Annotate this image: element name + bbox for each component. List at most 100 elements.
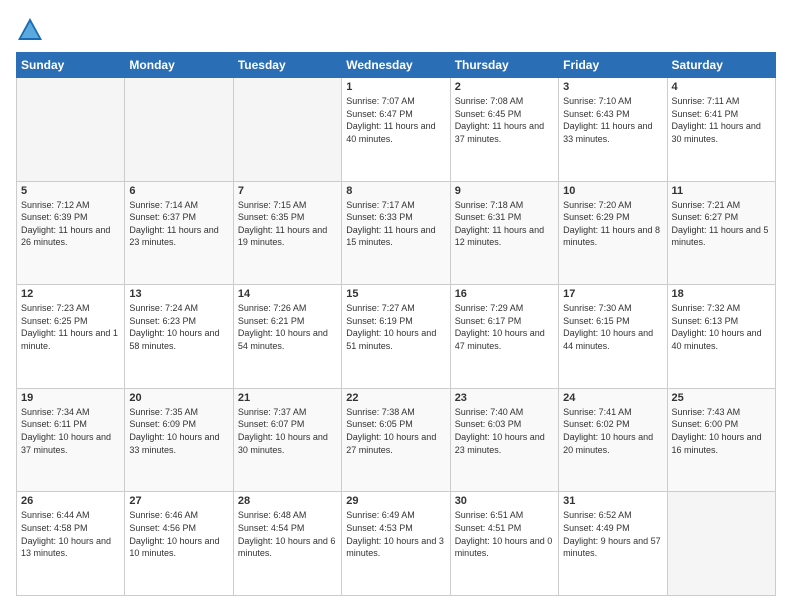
day-number: 7: [238, 185, 337, 197]
day-info: Sunrise: 7:32 AMSunset: 6:13 PMDaylight:…: [672, 302, 771, 352]
day-info: Sunrise: 7:21 AMSunset: 6:27 PMDaylight:…: [672, 199, 771, 249]
day-info: Sunrise: 7:17 AMSunset: 6:33 PMDaylight:…: [346, 199, 445, 249]
day-info: Sunrise: 6:52 AMSunset: 4:49 PMDaylight:…: [563, 509, 662, 559]
calendar-cell: 15 Sunrise: 7:27 AMSunset: 6:19 PMDayligh…: [342, 285, 450, 389]
calendar-cell: 29Sunrise: 6:49 AMSunset: 4:53 PMDayligh…: [342, 492, 450, 596]
calendar-week-1: 5Sunrise: 7:12 AMSunset: 6:39 PMDaylight…: [17, 181, 776, 285]
day-info: Sunrise: 7:14 AMSunset: 6:37 PMDaylight:…: [129, 199, 228, 249]
day-number: 18: [672, 288, 771, 300]
day-number: 22: [346, 392, 445, 404]
calendar-cell: 31 Sunrise: 6:52 AMSunset: 4:49 PMDayligh…: [559, 492, 667, 596]
day-info: Sunrise: 6:48 AMSunset: 4:54 PMDaylight:…: [238, 509, 337, 559]
day-info: Sunrise: 7:23 AMSunset: 6:25 PMDaylight:…: [21, 302, 120, 352]
day-number: 1: [346, 81, 445, 93]
calendar-cell: [17, 78, 125, 182]
calendar-cell: 2 Sunrise: 7:08 AMSunset: 6:45 PMDaylight…: [450, 78, 558, 182]
day-number: 17: [563, 288, 662, 300]
day-number: 31: [563, 495, 662, 507]
day-info: Sunrise: 7:24 AMSunset: 6:23 PMDaylight:…: [129, 302, 228, 352]
days-header-row: SundayMondayTuesdayWednesdayThursdayFrid…: [17, 53, 776, 78]
day-number: 14: [238, 288, 337, 300]
day-header-monday: Monday: [125, 53, 233, 78]
day-info: Sunrise: 7:34 AMSunset: 6:11 PMDaylight:…: [21, 406, 120, 456]
day-number: 20: [129, 392, 228, 404]
calendar-cell: 11 Sunrise: 7:21 AMSunset: 6:27 PMDayligh…: [667, 181, 775, 285]
day-number: 23: [455, 392, 554, 404]
calendar-cell: [667, 492, 775, 596]
logo-icon: [16, 16, 44, 44]
day-number: 4: [672, 81, 771, 93]
day-number: 28: [238, 495, 337, 507]
day-info: Sunrise: 7:41 AMSunset: 6:02 PMDaylight:…: [563, 406, 662, 456]
day-info: Sunrise: 7:35 AMSunset: 6:09 PMDaylight:…: [129, 406, 228, 456]
calendar-cell: 25Sunrise: 7:43 AMSunset: 6:00 PMDayligh…: [667, 388, 775, 492]
day-info: Sunrise: 6:46 AMSunset: 4:56 PMDaylight:…: [129, 509, 228, 559]
day-number: 21: [238, 392, 337, 404]
day-number: 11: [672, 185, 771, 197]
calendar-week-3: 19 Sunrise: 7:34 AMSunset: 6:11 PMDayligh…: [17, 388, 776, 492]
day-info: Sunrise: 7:30 AMSunset: 6:15 PMDaylight:…: [563, 302, 662, 352]
calendar-cell: 13 Sunrise: 7:24 AMSunset: 6:23 PMDayligh…: [125, 285, 233, 389]
calendar-cell: 28 Sunrise: 6:48 AMSunset: 4:54 PMDayligh…: [233, 492, 341, 596]
calendar-cell: 10Sunrise: 7:20 AMSunset: 6:29 PMDayligh…: [559, 181, 667, 285]
day-info: Sunrise: 7:20 AMSunset: 6:29 PMDaylight:…: [563, 199, 662, 249]
calendar-cell: 14 Sunrise: 7:26 AMSunset: 6:21 PMDayligh…: [233, 285, 341, 389]
calendar-cell: 8 Sunrise: 7:17 AMSunset: 6:33 PMDaylight…: [342, 181, 450, 285]
day-number: 13: [129, 288, 228, 300]
day-info: Sunrise: 7:10 AMSunset: 6:43 PMDaylight:…: [563, 95, 662, 145]
day-header-wednesday: Wednesday: [342, 53, 450, 78]
day-number: 8: [346, 185, 445, 197]
day-number: 3: [563, 81, 662, 93]
day-info: Sunrise: 7:26 AMSunset: 6:21 PMDaylight:…: [238, 302, 337, 352]
calendar-cell: 27 Sunrise: 6:46 AMSunset: 4:56 PMDayligh…: [125, 492, 233, 596]
day-number: 6: [129, 185, 228, 197]
day-info: Sunrise: 7:40 AMSunset: 6:03 PMDaylight:…: [455, 406, 554, 456]
page: SundayMondayTuesdayWednesdayThursdayFrid…: [0, 0, 792, 612]
day-header-thursday: Thursday: [450, 53, 558, 78]
day-header-saturday: Saturday: [667, 53, 775, 78]
calendar-cell: 17 Sunrise: 7:30 AMSunset: 6:15 PMDayligh…: [559, 285, 667, 389]
day-number: 30: [455, 495, 554, 507]
calendar-cell: 5Sunrise: 7:12 AMSunset: 6:39 PMDaylight…: [17, 181, 125, 285]
calendar-week-2: 12 Sunrise: 7:23 AMSunset: 6:25 PMDayligh…: [17, 285, 776, 389]
day-info: Sunrise: 7:18 AMSunset: 6:31 PMDaylight:…: [455, 199, 554, 249]
calendar-cell: 3 Sunrise: 7:10 AMSunset: 6:43 PMDaylight…: [559, 78, 667, 182]
calendar-cell: 12 Sunrise: 7:23 AMSunset: 6:25 PMDayligh…: [17, 285, 125, 389]
day-info: Sunrise: 7:37 AMSunset: 6:07 PMDaylight:…: [238, 406, 337, 456]
logo: [16, 16, 48, 44]
calendar-cell: 20 Sunrise: 7:35 AMSunset: 6:09 PMDayligh…: [125, 388, 233, 492]
calendar-cell: 22 Sunrise: 7:38 AMSunset: 6:05 PMDayligh…: [342, 388, 450, 492]
day-number: 5: [21, 185, 120, 197]
day-header-tuesday: Tuesday: [233, 53, 341, 78]
calendar-cell: 4 Sunrise: 7:11 AMSunset: 6:41 PMDaylight…: [667, 78, 775, 182]
day-number: 9: [455, 185, 554, 197]
calendar-table: SundayMondayTuesdayWednesdayThursdayFrid…: [16, 52, 776, 596]
day-info: Sunrise: 7:43 AMSunset: 6:00 PMDaylight:…: [672, 406, 771, 456]
day-number: 15: [346, 288, 445, 300]
day-number: 26: [21, 495, 120, 507]
calendar-cell: 26Sunrise: 6:44 AMSunset: 4:58 PMDayligh…: [17, 492, 125, 596]
calendar-week-4: 26Sunrise: 6:44 AMSunset: 4:58 PMDayligh…: [17, 492, 776, 596]
day-number: 24: [563, 392, 662, 404]
day-info: Sunrise: 6:51 AMSunset: 4:51 PMDaylight:…: [455, 509, 554, 559]
calendar-week-0: 1 Sunrise: 7:07 AMSunset: 6:47 PMDaylight…: [17, 78, 776, 182]
day-info: Sunrise: 7:15 AMSunset: 6:35 PMDaylight:…: [238, 199, 337, 249]
day-header-sunday: Sunday: [17, 53, 125, 78]
calendar-cell: 1 Sunrise: 7:07 AMSunset: 6:47 PMDaylight…: [342, 78, 450, 182]
calendar-cell: 16Sunrise: 7:29 AMSunset: 6:17 PMDayligh…: [450, 285, 558, 389]
day-info: Sunrise: 7:38 AMSunset: 6:05 PMDaylight:…: [346, 406, 445, 456]
day-number: 12: [21, 288, 120, 300]
day-info: Sunrise: 7:27 AMSunset: 6:19 PMDaylight:…: [346, 302, 445, 352]
day-number: 2: [455, 81, 554, 93]
calendar-cell: 6 Sunrise: 7:14 AMSunset: 6:37 PMDaylight…: [125, 181, 233, 285]
day-info: Sunrise: 7:08 AMSunset: 6:45 PMDaylight:…: [455, 95, 554, 145]
day-header-friday: Friday: [559, 53, 667, 78]
calendar-cell: 9 Sunrise: 7:18 AMSunset: 6:31 PMDaylight…: [450, 181, 558, 285]
calendar-cell: 30 Sunrise: 6:51 AMSunset: 4:51 PMDayligh…: [450, 492, 558, 596]
day-number: 19: [21, 392, 120, 404]
day-info: Sunrise: 7:07 AMSunset: 6:47 PMDaylight:…: [346, 95, 445, 145]
day-number: 29: [346, 495, 445, 507]
day-number: 27: [129, 495, 228, 507]
day-info: Sunrise: 7:11 AMSunset: 6:41 PMDaylight:…: [672, 95, 771, 145]
calendar-cell: 24 Sunrise: 7:41 AMSunset: 6:02 PMDayligh…: [559, 388, 667, 492]
